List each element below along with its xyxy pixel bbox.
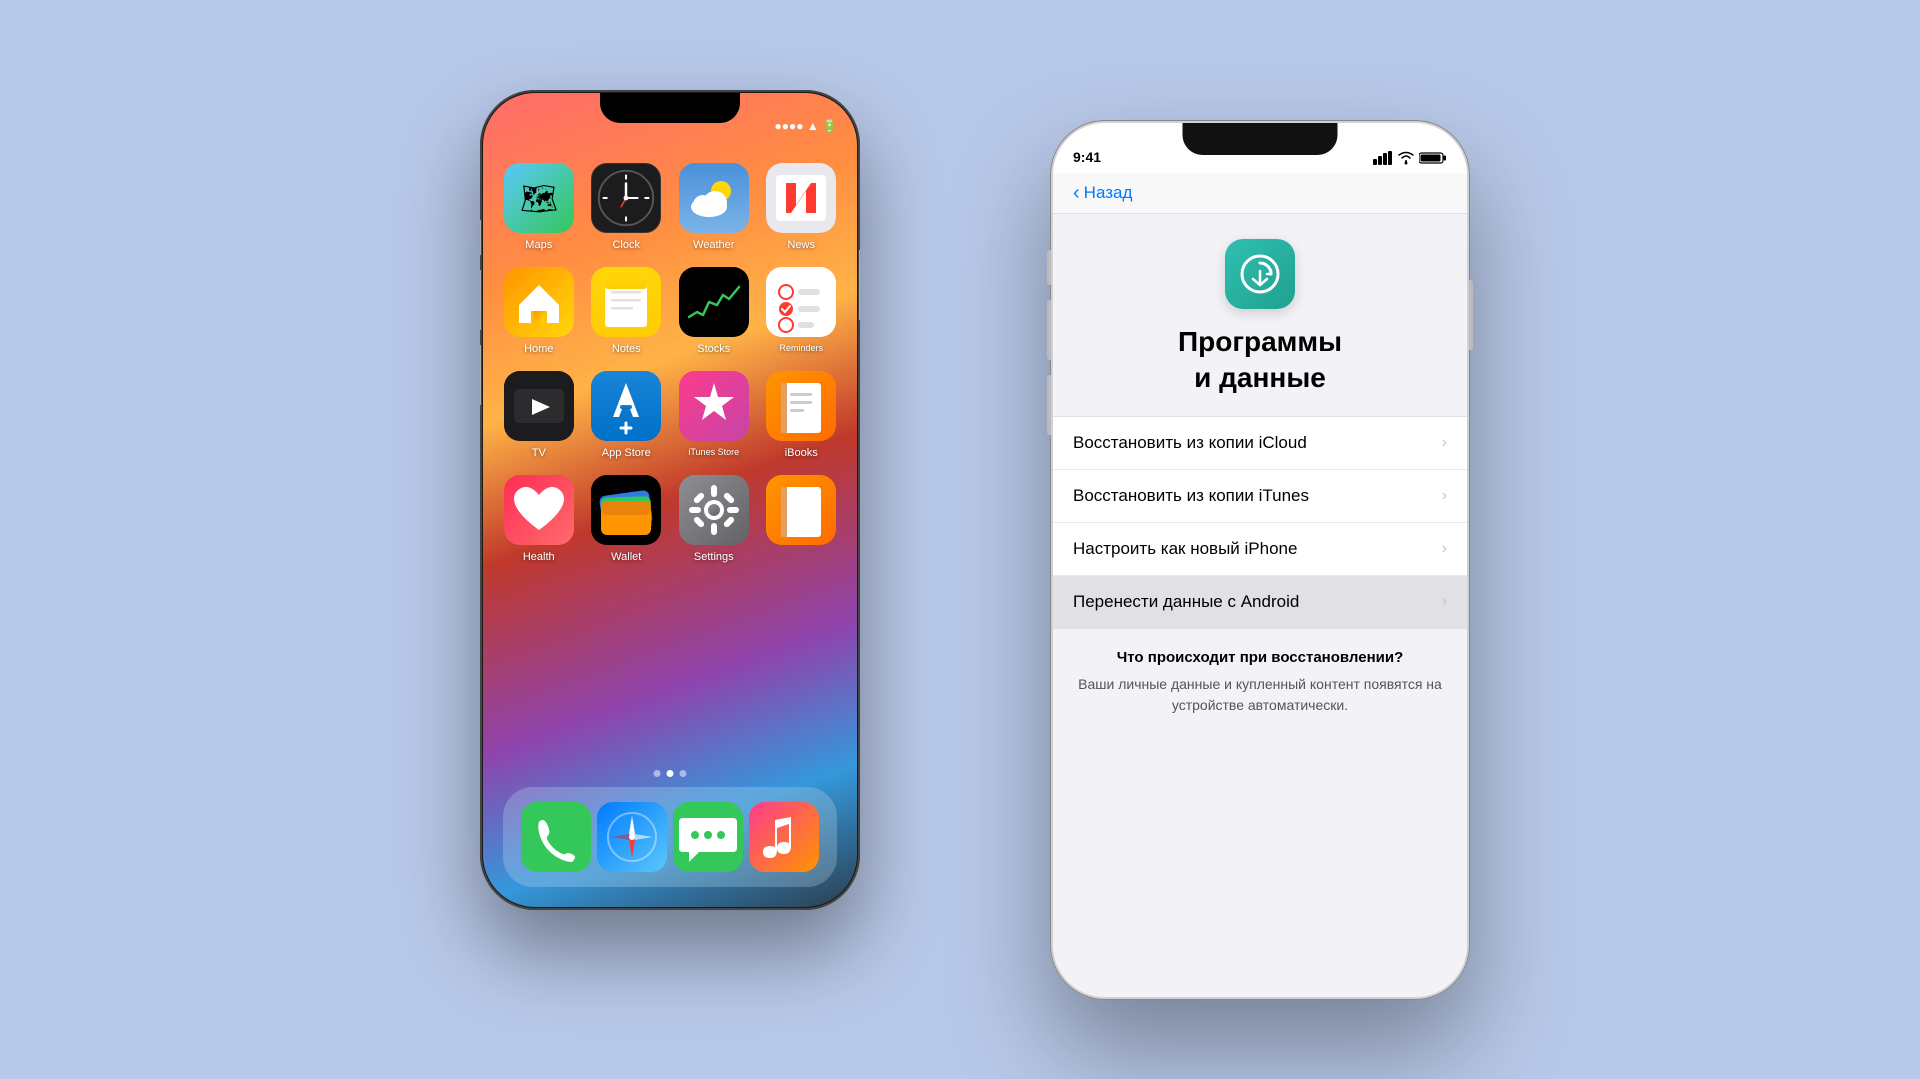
ibooks-icon [766,371,836,441]
restore-app-icon [1225,239,1295,309]
app-reminders[interactable]: Reminders [766,267,838,355]
menu-item-itunes-text: Восстановить из копии iTunes [1073,486,1309,506]
app-wallet[interactable]: Wallet [591,475,663,563]
clock-icon [591,163,661,233]
messages-dock-icon [673,802,743,872]
back-chevron-icon: ‹ [1073,183,1080,203]
menu-item-android-text: Перенести данные с Android [1073,592,1299,612]
settings-icon [679,475,749,545]
home-icon [504,267,574,337]
status-time-front: 9:41 [1073,141,1101,165]
app-ibooks[interactable]: iBooks [766,371,838,459]
reminders-label: Reminders [779,343,823,353]
phone-dock-icon [521,802,591,872]
back-label: Назад [1084,183,1133,203]
app-notes[interactable]: Notes [591,267,663,355]
app-weather[interactable]: Weather [678,163,750,251]
status-icons-front [1373,143,1447,165]
signal-icon [1373,151,1393,165]
wallet-label: Wallet [611,551,641,563]
health-label: Health [523,551,555,563]
menu-item-new-iphone-text: Настроить как новый iPhone [1073,539,1297,559]
restore-svg-icon [1239,253,1281,295]
stocks-icon [679,267,749,337]
wallet-icon [591,475,661,545]
svg-text:🗺: 🗺 [520,183,558,216]
app-header: Программы и данные [1053,214,1467,417]
page-dot-1 [654,770,661,777]
dock [503,787,837,887]
appstore-icon [591,371,661,441]
maps-icon: 🗺 [504,163,574,233]
notch [600,93,740,123]
health-icon [504,475,574,545]
app-home[interactable]: Home [503,267,575,355]
iphone-back: ●●●● ▲ 🔋 🗺 Maps [480,90,860,910]
stocks-label: Stocks [697,343,730,355]
news-label: News [787,239,815,251]
screen-content: Программы и данные Восстановить из копии… [1053,214,1467,997]
menu-list: Восстановить из копии iCloud › Восстанов… [1053,416,1467,629]
notes-label: Notes [612,343,641,355]
app-news[interactable]: News [766,163,838,251]
page-dots [654,770,687,777]
page-dot-2 [667,770,674,777]
music-dock-icon [749,802,819,872]
screen-title: Программы и данные [1178,324,1342,397]
app-health[interactable]: Health [503,475,575,563]
settings-label: Settings [694,551,734,563]
menu-item-android[interactable]: Перенести данные с Android › [1053,576,1467,628]
maps-label: Maps [525,239,552,251]
menu-chevron-new-iphone: › [1442,540,1447,558]
ibooks-label: iBooks [785,447,818,459]
extra-icon [766,475,836,545]
info-text: Ваши личные данные и купленный контент п… [1073,674,1447,716]
settings-screen: 9:41 [1053,123,1467,997]
menu-chevron-android: › [1442,593,1447,611]
clock-label: Clock [612,239,640,251]
menu-chevron-itunes: › [1442,487,1447,505]
home-label: Home [524,343,553,355]
safari-dock-icon [597,802,667,872]
info-section: Что происходит при восстановлении? Ваши … [1053,629,1467,716]
news-icon [766,163,836,233]
app-itunes[interactable]: iTunes Store [678,371,750,459]
iphone-front: 9:41 [1050,120,1470,1000]
menu-item-icloud[interactable]: Восстановить из копии iCloud › [1053,417,1467,470]
app-extra[interactable] [766,475,838,563]
menu-item-new-iphone[interactable]: Настроить как новый iPhone › [1053,523,1467,576]
weather-label: Weather [693,239,734,251]
page-dot-3 [680,770,687,777]
menu-item-itunes[interactable]: Восстановить из копии iTunes › [1053,470,1467,523]
reminders-icon [766,267,836,337]
dock-safari[interactable] [597,802,667,872]
dock-messages[interactable] [673,802,743,872]
wifi-icon [1398,151,1414,165]
status-icons-back: ●●●● ▲ 🔋 [775,119,837,133]
back-button[interactable]: ‹ Назад [1073,183,1132,203]
dock-music[interactable] [749,802,819,872]
app-maps[interactable]: 🗺 Maps [503,163,575,251]
itunes-icon [679,371,749,441]
menu-chevron-icloud: › [1442,434,1447,452]
app-appstore[interactable]: App Store [591,371,663,459]
notes-icon [591,267,661,337]
tv-label: TV [532,447,546,459]
battery-icon [1419,151,1447,165]
dock-phone[interactable] [521,802,591,872]
appstore-label: App Store [602,447,651,459]
front-notch [1183,123,1338,155]
weather-icon [679,163,749,233]
app-tv[interactable]: TV [503,371,575,459]
tv-icon [504,371,574,441]
menu-item-icloud-text: Восстановить из копии iCloud [1073,433,1307,453]
nav-bar: ‹ Назад [1053,173,1467,214]
app-settings[interactable]: Settings [678,475,750,563]
itunes-label: iTunes Store [688,447,739,457]
app-stocks[interactable]: Stocks [678,267,750,355]
scene: ●●●● ▲ 🔋 🗺 Maps [510,60,1410,1020]
app-grid: 🗺 Maps [483,153,857,573]
app-clock[interactable]: Clock [591,163,663,251]
info-title: Что происходит при восстановлении? [1073,649,1447,666]
